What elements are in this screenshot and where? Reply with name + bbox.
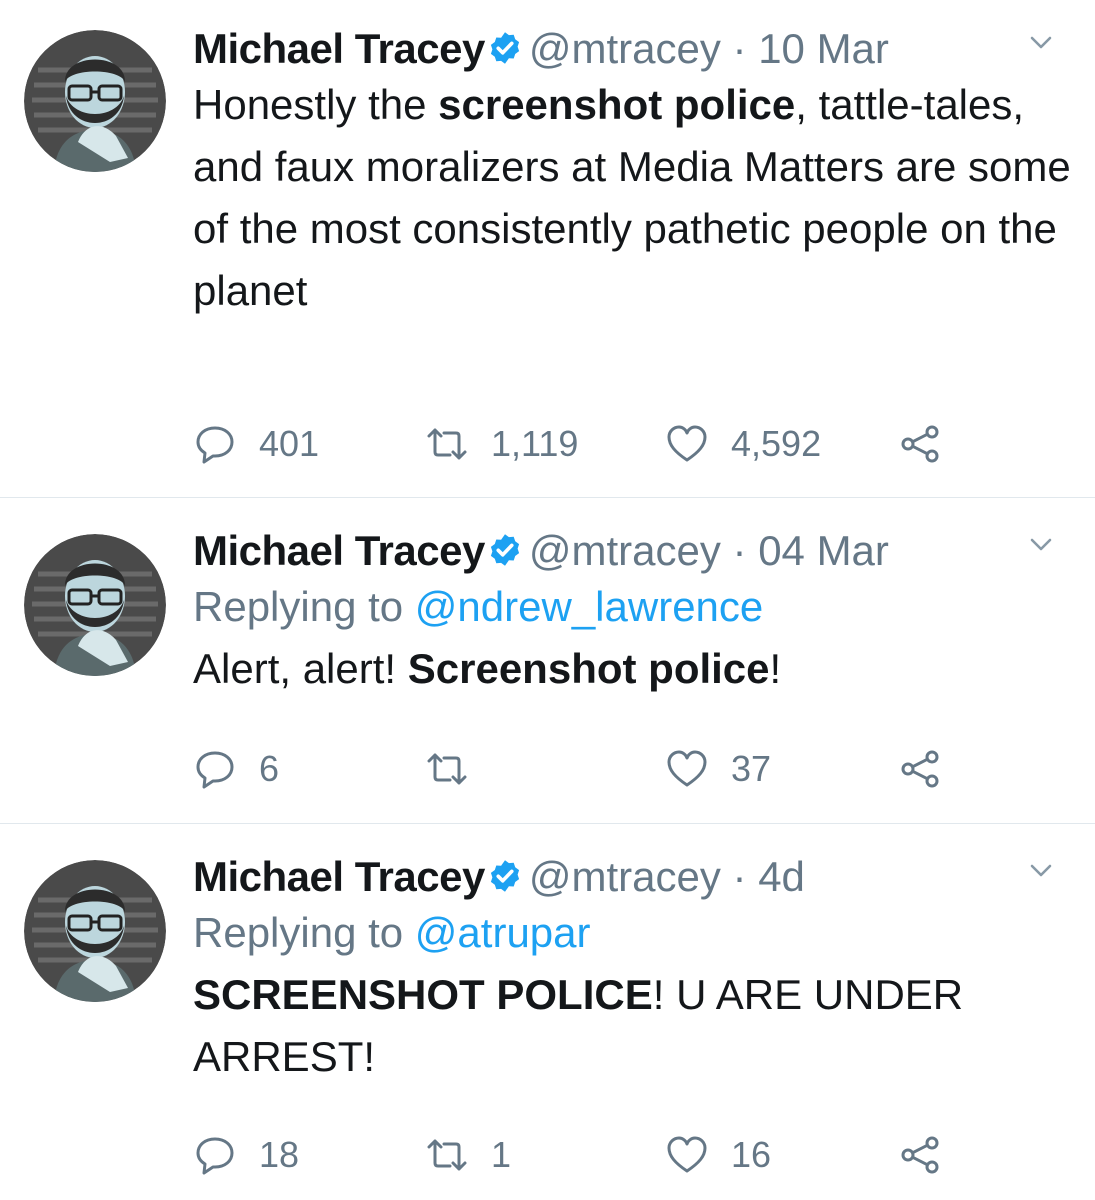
tweet[interactable]: Michael Tracey @mtracey · 04 Mar Replying… (0, 498, 1095, 824)
reply-count: 18 (259, 1134, 300, 1175)
username[interactable]: @mtracey (529, 527, 721, 574)
heart-icon (665, 1133, 709, 1177)
chevron-down-icon[interactable] (1025, 26, 1057, 58)
display-name[interactable]: Michael Tracey (193, 527, 485, 574)
verified-badge-icon (487, 30, 523, 66)
tweet-actions: 18 1 16 (193, 1133, 973, 1177)
timestamp[interactable]: 4d (758, 853, 805, 900)
reply-to-link[interactable]: @atrupar (415, 909, 591, 956)
tweet-header: Michael Tracey @mtracey · 4d (193, 852, 1075, 902)
avatar[interactable] (24, 534, 166, 676)
tweet[interactable]: Michael Tracey @mtracey · 10 Mar Honestly… (0, 0, 1095, 498)
reply-count: 6 (259, 748, 280, 789)
chevron-down-icon[interactable] (1025, 528, 1057, 560)
retweet-icon (425, 747, 469, 791)
tweet-actions: 6 37 (193, 747, 973, 791)
reply-icon (193, 422, 237, 466)
replying-to: Replying to @ndrew_lawrence (193, 583, 764, 630)
like-button[interactable]: 4,592 (665, 422, 821, 466)
separator-dot: · (732, 527, 747, 574)
heart-icon (665, 422, 709, 466)
chevron-down-icon[interactable] (1025, 854, 1057, 886)
separator-dot: · (732, 853, 747, 900)
verified-badge-icon (487, 858, 523, 894)
heart-icon (665, 747, 709, 791)
avatar[interactable] (24, 30, 166, 172)
reply-to-link[interactable]: @ndrew_lawrence (415, 583, 763, 630)
separator-dot: · (732, 25, 747, 72)
timestamp[interactable]: 04 Mar (758, 527, 889, 574)
retweet-icon (425, 1133, 469, 1177)
retweet-button[interactable]: 1 (425, 1133, 511, 1177)
reply-icon (193, 1133, 237, 1177)
like-button[interactable]: 16 (665, 1133, 771, 1177)
retweet-count: 1 (491, 1134, 512, 1175)
timestamp[interactable]: 10 Mar (758, 25, 889, 72)
tweet-text: SCREENSHOT POLICE! U ARE UNDER ARREST! (193, 971, 964, 1080)
retweet-icon (425, 422, 469, 466)
share-button[interactable] (898, 747, 942, 791)
reply-count: 401 (259, 423, 320, 464)
share-button[interactable] (898, 1133, 942, 1177)
reply-button[interactable]: 18 (193, 1133, 299, 1177)
retweet-button[interactable] (425, 747, 491, 791)
tweet-text: Alert, alert! Screenshot police! (193, 645, 782, 692)
tweet-header: Michael Tracey @mtracey · 10 Mar (193, 24, 1075, 74)
retweet-count: 1,119 (491, 423, 579, 464)
tweet-text: Honestly the screenshot police, tattle-t… (193, 81, 1071, 314)
share-icon (898, 422, 942, 466)
username[interactable]: @mtracey (529, 853, 721, 900)
avatar[interactable] (24, 860, 166, 1002)
tweet[interactable]: Michael Tracey @mtracey · 4d Replying to … (0, 824, 1095, 1200)
verified-badge-icon (487, 532, 523, 568)
reply-button[interactable]: 401 (193, 422, 319, 466)
tweet-header: Michael Tracey @mtracey · 04 Mar (193, 526, 1075, 576)
retweet-button[interactable]: 1,119 (425, 422, 578, 466)
tweet-feed: Michael Tracey @mtracey · 10 Mar Honestly… (0, 0, 1095, 1200)
reply-button[interactable]: 6 (193, 747, 279, 791)
share-icon (898, 747, 942, 791)
like-count: 16 (731, 1134, 772, 1175)
tweet-actions: 401 1,119 4,592 (193, 422, 973, 466)
display-name[interactable]: Michael Tracey (193, 853, 485, 900)
display-name[interactable]: Michael Tracey (193, 25, 485, 72)
like-button[interactable]: 37 (665, 747, 771, 791)
like-count: 37 (731, 748, 772, 789)
like-count: 4,592 (731, 423, 822, 464)
replying-to: Replying to @atrupar (193, 909, 591, 956)
reply-icon (193, 747, 237, 791)
share-button[interactable] (898, 422, 942, 466)
username[interactable]: @mtracey (529, 25, 721, 72)
share-icon (898, 1133, 942, 1177)
